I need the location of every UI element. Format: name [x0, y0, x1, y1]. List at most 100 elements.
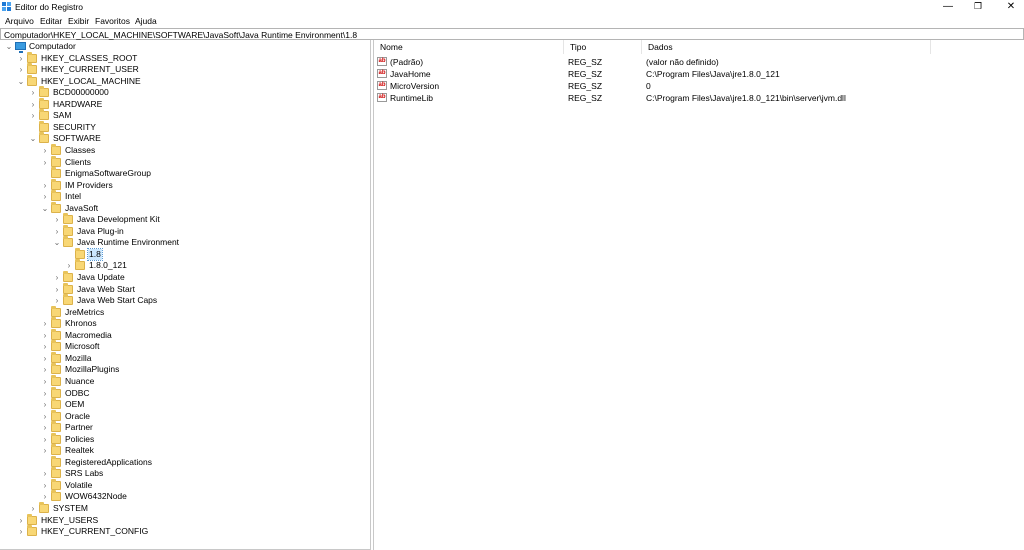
tree-node[interactable]: › HKEY_CLASSES_ROOT	[0, 51, 370, 64]
close-button[interactable]: ✕	[994, 0, 1024, 14]
tree-node[interactable]: › Realtek	[0, 444, 370, 456]
tree-node[interactable]: › BCD00000000	[0, 86, 370, 98]
chevron-right-icon[interactable]: ›	[53, 214, 61, 225]
tree-node[interactable]: › SYSTEM	[0, 502, 370, 514]
tree-node[interactable]: › Nuance	[0, 374, 370, 387]
tree-node[interactable]: › IM Providers	[0, 178, 370, 191]
chevron-right-icon[interactable]: ›	[53, 272, 61, 283]
tree-node[interactable]: › Java Plug-in	[0, 224, 370, 237]
column-header-name[interactable]: Nome	[374, 40, 564, 54]
chevron-right-icon[interactable]: ›	[41, 480, 49, 491]
chevron-right-icon[interactable]: ›	[41, 318, 49, 329]
minimize-button[interactable]: —	[931, 0, 965, 14]
tree-node[interactable]: 1.8	[0, 247, 370, 261]
tree-node[interactable]: › HKEY_USERS	[0, 513, 370, 526]
menu-arquivo[interactable]: Arquivo	[5, 16, 34, 26]
tree-node[interactable]: › Volatile	[0, 478, 370, 491]
tree-node[interactable]: › Classes	[0, 143, 370, 156]
tree-node[interactable]: › ODBC	[0, 386, 370, 399]
chevron-right-icon[interactable]: ›	[17, 53, 25, 64]
tree-node[interactable]: › Java Development Kit	[0, 213, 370, 225]
chevron-right-icon[interactable]: ›	[53, 284, 61, 295]
tree-node[interactable]: › 1.8.0_121	[0, 259, 370, 271]
tree-node[interactable]: › HARDWARE	[0, 97, 370, 110]
chevron-right-icon[interactable]: ›	[41, 330, 49, 341]
tree-node[interactable]: › HKEY_CURRENT_CONFIG	[0, 525, 370, 537]
chevron-right-icon[interactable]: ›	[17, 526, 25, 537]
chevron-right-icon[interactable]: ›	[41, 388, 49, 399]
tree-node[interactable]: ⌄ SOFTWARE	[0, 132, 370, 144]
tree-node[interactable]: › MozillaPlugins	[0, 363, 370, 375]
tree-node[interactable]: › Partner	[0, 421, 370, 433]
chevron-down-icon[interactable]: ⌄	[17, 76, 25, 87]
tree-node[interactable]: › Microsoft	[0, 340, 370, 352]
chevron-right-icon[interactable]: ›	[41, 341, 49, 352]
tree-node[interactable]: ⌄ Computador	[0, 41, 370, 53]
chevron-right-icon[interactable]: ›	[53, 295, 61, 306]
chevron-right-icon[interactable]: ›	[41, 353, 49, 364]
values-list-pane[interactable]: Nome Tipo Dados ab (Padrão) REG_SZ (valor n…	[373, 40, 1024, 550]
tree-node[interactable]: RegisteredApplications	[0, 455, 370, 468]
tree-node[interactable]: › Oracle	[0, 409, 370, 422]
tree-node[interactable]: › Policies	[0, 432, 370, 445]
tree-node[interactable]: ⌄ Java Runtime Environment	[0, 236, 370, 248]
column-header-type[interactable]: Tipo	[564, 40, 642, 54]
chevron-right-icon[interactable]: ›	[41, 399, 49, 410]
value-row[interactable]: ab (Padrão) REG_SZ (valor não definido)	[374, 56, 1024, 68]
tree-node[interactable]: › WOW6432Node	[0, 490, 370, 502]
chevron-down-icon[interactable]: ⌄	[41, 203, 49, 214]
chevron-right-icon[interactable]: ›	[29, 87, 37, 98]
tree-node[interactable]: ⌄ JavaSoft	[0, 201, 370, 214]
tree-node-label: ODBC	[65, 387, 90, 398]
maximize-button[interactable]: ❐	[961, 0, 995, 14]
chevron-right-icon[interactable]: ›	[41, 376, 49, 387]
tree-node[interactable]: › Khronos	[0, 317, 370, 329]
tree-node[interactable]: › Intel	[0, 190, 370, 202]
chevron-right-icon[interactable]: ›	[29, 99, 37, 110]
tree-node[interactable]: › Macromedia	[0, 328, 370, 341]
tree-node[interactable]: › Java Web Start	[0, 282, 370, 295]
column-header-data[interactable]: Dados	[642, 40, 931, 54]
value-row[interactable]: ab JavaHome REG_SZ C:\Program Files\Java\jr…	[374, 68, 1024, 80]
tree-node[interactable]: › OEM	[0, 398, 370, 410]
chevron-right-icon[interactable]: ›	[41, 157, 49, 168]
tree-node[interactable]: › Java Update	[0, 271, 370, 283]
tree-node[interactable]: › Mozilla	[0, 351, 370, 364]
key-tree-pane[interactable]: ⌄ Computador › HKEY_CLASSES_ROOT › HKEY_CURRE…	[0, 40, 371, 550]
chevron-right-icon[interactable]: ›	[17, 64, 25, 75]
chevron-right-icon[interactable]: ›	[29, 503, 37, 514]
tree-node[interactable]: › SAM	[0, 109, 370, 121]
menu-favoritos[interactable]: Favoritos	[95, 16, 130, 26]
chevron-right-icon[interactable]: ›	[41, 145, 49, 156]
value-row[interactable]: ab RuntimeLib REG_SZ C:\Program Files\Java\…	[374, 92, 1024, 104]
tree-node[interactable]: › Clients	[0, 155, 370, 168]
menu-exibir[interactable]: Exibir	[68, 16, 89, 26]
tree-node[interactable]: ⌄ HKEY_LOCAL_MACHINE	[0, 74, 370, 87]
chevron-right-icon[interactable]: ›	[41, 191, 49, 202]
chevron-right-icon[interactable]: ›	[53, 226, 61, 237]
tree-node[interactable]: › SRS Labs	[0, 467, 370, 479]
chevron-right-icon[interactable]: ›	[41, 434, 49, 445]
chevron-right-icon[interactable]: ›	[41, 468, 49, 479]
chevron-right-icon[interactable]: ›	[41, 180, 49, 191]
chevron-right-icon[interactable]: ›	[41, 364, 49, 375]
chevron-right-icon[interactable]: ›	[29, 110, 37, 121]
chevron-right-icon[interactable]: ›	[41, 445, 49, 456]
chevron-right-icon[interactable]: ›	[65, 260, 73, 271]
chevron-right-icon[interactable]: ›	[41, 422, 49, 433]
chevron-down-icon[interactable]: ⌄	[5, 41, 13, 52]
chevron-right-icon[interactable]: ›	[17, 515, 25, 526]
chevron-right-icon[interactable]: ›	[41, 411, 49, 422]
tree-node[interactable]: EnigmaSoftwareGroup	[0, 167, 370, 179]
menu-editar[interactable]: Editar	[40, 16, 62, 26]
tree-node[interactable]: SECURITY	[0, 120, 370, 133]
chevron-right-icon[interactable]: ›	[41, 491, 49, 502]
chevron-down-icon[interactable]: ⌄	[29, 133, 37, 144]
chevron-down-icon[interactable]: ⌄	[53, 237, 61, 248]
address-bar[interactable]: Computador\HKEY_LOCAL_MACHINE\SOFTWARE\J…	[0, 28, 1024, 40]
tree-node[interactable]: JreMetrics	[0, 305, 370, 318]
tree-node[interactable]: › Java Web Start Caps	[0, 294, 370, 306]
value-row[interactable]: ab MicroVersion REG_SZ 0	[374, 80, 1024, 92]
menu-ajuda[interactable]: Ajuda	[135, 16, 157, 26]
tree-node[interactable]: › HKEY_CURRENT_USER	[0, 63, 370, 75]
